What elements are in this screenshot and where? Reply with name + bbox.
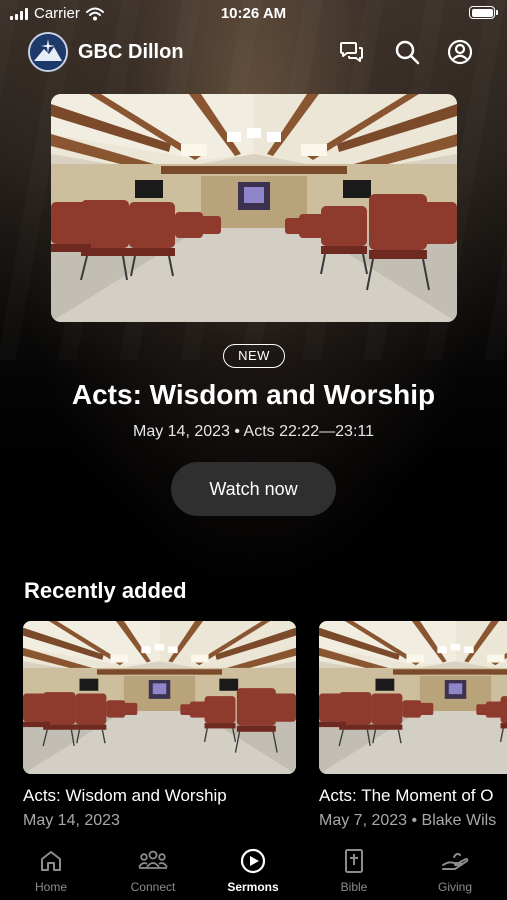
status-bar: Carrier 10:26 AM	[0, 0, 507, 28]
play-circle-icon	[240, 848, 266, 874]
tab-label: Giving	[437, 880, 472, 894]
sermon-card-title: Acts: Wisdom and Worship	[23, 786, 227, 805]
battery-icon	[469, 6, 498, 19]
tab-label: Connect	[130, 880, 176, 894]
sermon-card-title: Acts: The Moment of O	[319, 786, 494, 805]
bible-icon	[345, 849, 363, 873]
tab-home[interactable]: Home	[1, 848, 101, 894]
sermon-card[interactable]: Acts: The Moment of O May 7, 2023 • Blak…	[319, 621, 507, 830]
tab-sermons[interactable]: Sermons	[203, 848, 303, 894]
hero-title: Acts: Wisdom and Worship	[71, 379, 436, 410]
church-logo-icon[interactable]	[28, 32, 68, 72]
tab-bible[interactable]: Bible	[304, 848, 404, 894]
tab-label: Home	[34, 880, 67, 894]
new-badge: NEW	[223, 344, 285, 368]
hero-meta: May 14, 2023 • Acts 22:22—23:11	[132, 423, 374, 440]
sermon-card-meta: May 14, 2023	[23, 812, 120, 829]
app-title: GBC Dillon	[78, 41, 184, 63]
group-icon	[138, 850, 168, 869]
recently-added-title: Recently added	[24, 578, 187, 603]
tab-label: Bible	[340, 880, 368, 894]
home-icon	[41, 851, 61, 871]
chat-icon[interactable]	[338, 38, 366, 66]
watch-now-button[interactable]: Watch now	[171, 462, 336, 516]
app-header: GBC Dillon	[0, 30, 507, 76]
tab-giving[interactable]: Giving	[405, 848, 505, 894]
tab-connect[interactable]: Connect	[103, 848, 203, 894]
status-time: 10:26 AM	[220, 5, 287, 22]
tab-label: Sermons	[227, 880, 279, 894]
sermon-card[interactable]: Acts: Wisdom and Worship May 14, 2023	[23, 621, 296, 830]
profile-icon[interactable]	[446, 38, 474, 66]
sermon-card-meta: May 7, 2023 • Blake Wils	[319, 812, 497, 829]
hero-sermon-image[interactable]	[51, 94, 457, 322]
giving-hand-icon	[442, 852, 469, 870]
sermon-thumbnail[interactable]	[319, 621, 507, 774]
search-icon[interactable]	[393, 38, 421, 66]
sermon-thumbnail[interactable]	[23, 621, 296, 774]
tab-bar: Home Connect Sermons Bible Giving	[0, 840, 507, 900]
